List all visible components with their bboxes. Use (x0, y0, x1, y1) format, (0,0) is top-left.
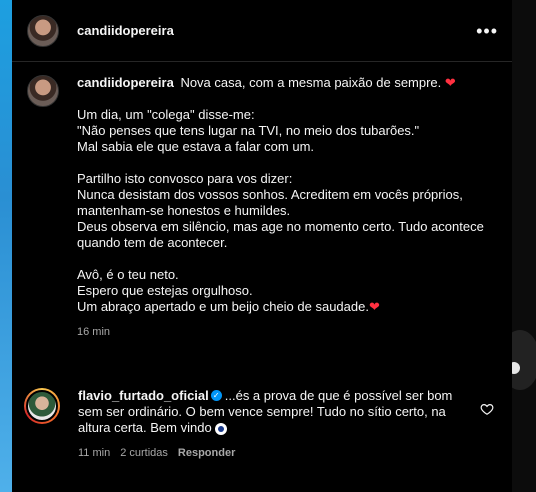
post-author-username[interactable]: candiidopereira (77, 23, 476, 38)
heart-outline-icon[interactable] (480, 402, 494, 416)
comment: flavio_furtado_oficial ✓ ...és a prova de … (24, 388, 504, 461)
comment-body: flavio_furtado_oficial ✓ ...és a prova de … (78, 388, 478, 461)
caption-paragraph-3: Avô, é o teu neto. Espero que estejas or… (77, 267, 369, 314)
comment-likes[interactable]: 2 curtidas (120, 445, 168, 461)
post-header: candiidopereira ••• (12, 0, 512, 62)
caption-timestamp[interactable]: 16 min (77, 324, 497, 340)
caption-body: candiidopereira Nova casa, com a mesma p… (77, 75, 497, 340)
background-strip-right (512, 0, 536, 492)
reply-button[interactable]: Responder (178, 445, 235, 461)
caption-paragraph-1: Um dia, um "colega" disse-me: "Não pense… (77, 107, 420, 154)
comment-timestamp[interactable]: 11 min (78, 445, 110, 461)
comment-username[interactable]: flavio_furtado_oficial (78, 388, 209, 403)
avatar (26, 390, 58, 422)
heart-icon: ❤ (444, 75, 456, 90)
caption: candiidopereira Nova casa, com a mesma p… (27, 75, 497, 340)
more-icon[interactable]: ••• (476, 22, 498, 40)
caption-paragraph-2: Partilho isto convosco para vos dizer: N… (77, 171, 484, 250)
caption-first-line: Nova casa, com a mesma paixão de sempre. (180, 75, 442, 90)
avatar[interactable] (27, 14, 59, 47)
post-panel: candiidopereira ••• candiidopereira Nova… (12, 0, 512, 492)
verified-icon: ✓ (210, 390, 222, 402)
story-ring[interactable] (24, 388, 60, 424)
heart-icon: ❤ (368, 299, 380, 314)
caption-avatar[interactable] (27, 75, 59, 107)
comment-meta: 11 min 2 curtidas Responder (78, 445, 478, 461)
background-strip-left (0, 0, 12, 492)
eye-icon (214, 422, 227, 435)
caption-username[interactable]: candiidopereira (77, 75, 174, 90)
